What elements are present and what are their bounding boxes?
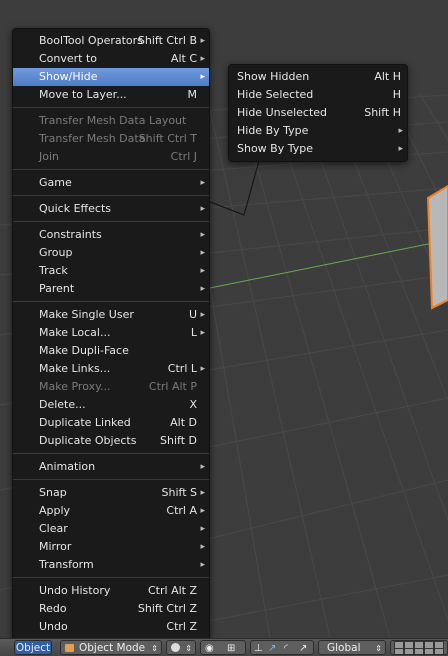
menu-separator <box>13 221 209 222</box>
menu-item-make-single-user[interactable]: Make Single User U ▸ <box>13 306 209 324</box>
menu-item-duplicate-objects[interactable]: Duplicate Objects Shift D <box>13 432 209 450</box>
manipulator-translate-icon[interactable]: ↗ <box>268 641 276 656</box>
menu-item-clear[interactable]: Clear ▸ <box>13 520 209 538</box>
menu-item-make-links[interactable]: Make Links... Ctrl L ▸ <box>13 360 209 378</box>
submenu-arrow-icon: ▸ <box>200 204 205 214</box>
submenu-arrow-icon: ▸ <box>200 230 205 240</box>
submenu-arrow-icon: ▸ <box>200 36 205 46</box>
submenu-arrow-icon: ▸ <box>200 266 205 276</box>
manipulator-toggle-icon[interactable]: ⊥ <box>254 641 263 656</box>
menu-item-join[interactable]: Join Ctrl J <box>13 148 209 166</box>
menu-separator <box>13 453 209 454</box>
submenu-arrow-icon: ▸ <box>200 524 205 534</box>
menu-separator <box>13 479 209 480</box>
submenu-arrow-icon: ▸ <box>398 126 403 136</box>
viewport-shading-selector[interactable]: ⇕ <box>166 640 196 655</box>
menu-item-duplicate-linked[interactable]: Duplicate Linked Alt D <box>13 414 209 432</box>
menu-item-make-proxy[interactable]: Make Proxy... Ctrl Alt P <box>13 378 209 396</box>
submenu-item-hide-selected[interactable]: Hide Selected H <box>229 86 407 104</box>
snap-element-icon: ⊞ <box>227 643 236 654</box>
submenu-item-show-hidden[interactable]: Show Hidden Alt H <box>229 68 407 86</box>
menu-item-redo[interactable]: Redo Shift Ctrl Z <box>13 600 209 618</box>
manipulator-rotate-icon[interactable]: ◜ <box>284 641 288 656</box>
pivot-point-selector[interactable]: ◉ ⊞ <box>200 640 246 655</box>
menu-separator <box>13 107 209 108</box>
submenu-arrow-icon: ▸ <box>200 178 205 188</box>
menu-item-booltool-operators[interactable]: BoolTool Operators Shift Ctrl B ▸ <box>13 32 209 50</box>
submenu-arrow-icon: ▸ <box>200 560 205 570</box>
submenu-arrow-icon: ▸ <box>200 506 205 516</box>
submenu-item-show-by-type[interactable]: Show By Type ▸ <box>229 140 407 158</box>
mode-label: Object Mode <box>79 642 146 654</box>
manipulator-scale-icon[interactable]: ↗ <box>299 641 307 656</box>
submenu-arrow-icon: ▸ <box>200 364 205 374</box>
menu-item-make-dupli-face[interactable]: Make Dupli-Face <box>13 342 209 360</box>
chevron-down-icon: ⇕ <box>375 644 382 653</box>
menu-item-parent[interactable]: Parent ▸ <box>13 280 209 298</box>
menu-item-undo[interactable]: Undo Ctrl Z <box>13 618 209 636</box>
submenu-item-hide-by-type[interactable]: Hide By Type ▸ <box>229 122 407 140</box>
viewport-header: Object Object Mode ⇕ ⇕ ◉ ⊞ ⊥ ↗ ◜ ↗ Globa… <box>0 638 448 656</box>
submenu-arrow-icon: ▸ <box>200 328 205 338</box>
menu-separator <box>13 301 209 302</box>
menu-separator <box>13 577 209 578</box>
chevron-down-icon: ⇕ <box>185 644 192 653</box>
chevron-down-icon: ⇕ <box>151 644 158 653</box>
layers-grid-icon[interactable] <box>390 640 448 655</box>
submenu-arrow-icon: ▸ <box>200 284 205 294</box>
menu-item-game[interactable]: Game ▸ <box>13 174 209 192</box>
viewport-shading-sphere-icon <box>171 643 180 652</box>
menu-item-apply[interactable]: Apply Ctrl A ▸ <box>13 502 209 520</box>
menu-item-track[interactable]: Track ▸ <box>13 262 209 280</box>
menu-item-make-local[interactable]: Make Local... L ▸ <box>13 324 209 342</box>
menu-item-transform[interactable]: Transform ▸ <box>13 556 209 574</box>
menu-item-undo-history[interactable]: Undo History Ctrl Alt Z <box>13 582 209 600</box>
menu-item-mirror[interactable]: Mirror ▸ <box>13 538 209 556</box>
submenu-arrow-icon: ▸ <box>200 542 205 552</box>
submenu-arrow-icon: ▸ <box>200 488 205 498</box>
submenu-arrow-icon: ▸ <box>200 248 205 258</box>
submenu-arrow-icon: ▸ <box>200 462 205 472</box>
transform-orientation-selector[interactable]: Global ⇕ <box>318 640 386 655</box>
menu-item-snap[interactable]: Snap Shift S ▸ <box>13 484 209 502</box>
menu-separator <box>13 195 209 196</box>
menu-item-move-to-layer[interactable]: Move to Layer... M <box>13 86 209 104</box>
selected-cube[interactable] <box>426 184 448 310</box>
menu-item-group[interactable]: Group ▸ <box>13 244 209 262</box>
submenu-item-hide-unselected[interactable]: Hide Unselected Shift H <box>229 104 407 122</box>
menu-item-transfer-mesh-data-layout[interactable]: Transfer Mesh Data Layout <box>13 112 209 130</box>
submenu-arrow-icon: ▸ <box>200 54 205 64</box>
menu-separator <box>13 169 209 170</box>
menu-item-quick-effects[interactable]: Quick Effects ▸ <box>13 200 209 218</box>
menu-item-animation[interactable]: Animation ▸ <box>13 458 209 476</box>
menu-item-delete[interactable]: Delete... X <box>13 396 209 414</box>
manipulator-buttons[interactable]: ⊥ ↗ ◜ ↗ <box>250 640 314 655</box>
submenu-arrow-icon: ▸ <box>398 144 403 154</box>
menu-item-transfer-mesh-data[interactable]: Transfer Mesh Data Shift Ctrl T <box>13 130 209 148</box>
object-mode-cube-icon <box>65 644 74 652</box>
object-menu: BoolTool Operators Shift Ctrl B ▸ Convert … <box>12 28 210 640</box>
menu-item-constraints[interactable]: Constraints ▸ <box>13 226 209 244</box>
menu-item-show-hide[interactable]: Show/Hide ▸ <box>13 68 209 86</box>
show-hide-submenu: Show Hidden Alt H Hide Selected H Hide Uns… <box>228 64 408 162</box>
pivot-icon: ◉ <box>205 643 214 654</box>
submenu-arrow-icon: ▸ <box>200 72 205 82</box>
submenu-arrow-icon: ▸ <box>200 310 205 320</box>
menu-item-convert-to[interactable]: Convert to Alt C ▸ <box>13 50 209 68</box>
orientation-label: Global <box>327 642 361 654</box>
mode-selector[interactable]: Object Mode ⇕ <box>60 640 162 655</box>
object-menu-button[interactable]: Object <box>14 640 52 655</box>
